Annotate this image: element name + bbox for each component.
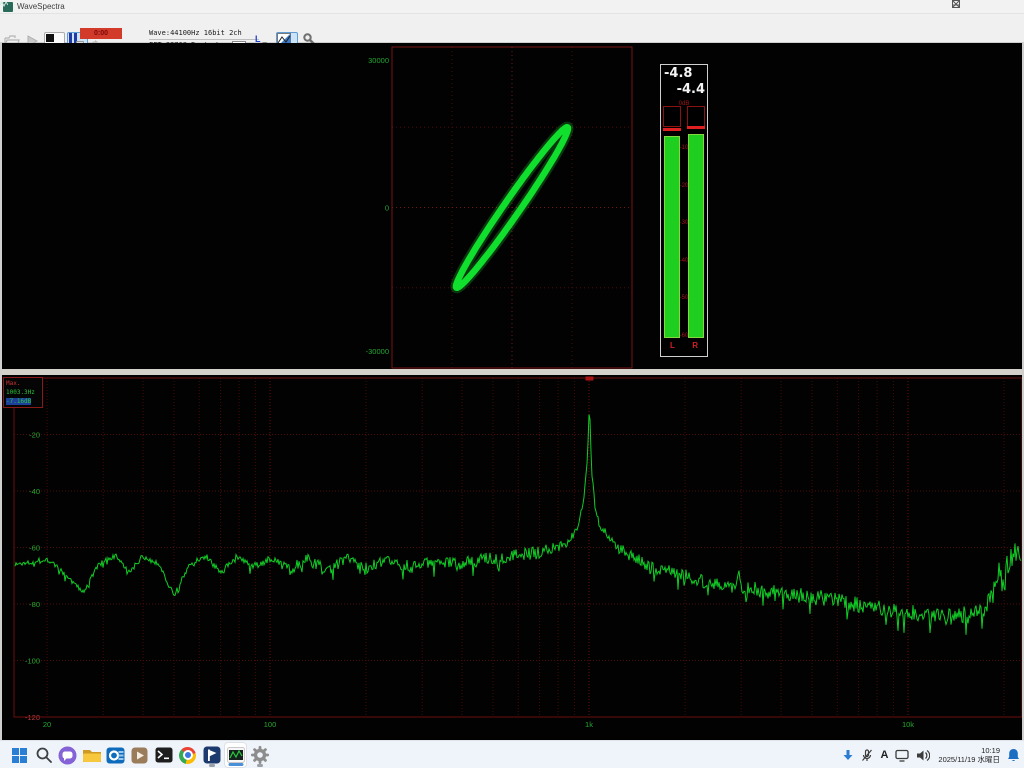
chat-icon [58,746,77,765]
svg-text:-80: -80 [29,600,40,609]
svg-text:-60: -60 [29,544,40,553]
max-frequency: 1003.3Hz [6,388,40,397]
taskbar: A 10:19 2025/11/19 水曜日 [0,740,1024,768]
start-button[interactable] [8,742,31,768]
svg-text:30000: 30000 [368,56,389,65]
level-meter: -4.8 -4.4 0dB -10 -20 -30 -40 -50 -60 L R [660,64,708,357]
chrome-button[interactable] [176,742,199,768]
svg-text:1k: 1k [585,720,593,729]
notification-bell-icon[interactable] [1007,748,1020,762]
svg-text:-40: -40 [29,487,40,496]
spectrum-plot: 0dB-20-40-60-80-100-120201001k10k [0,375,1024,740]
desktop: { "titlebar": { "title": "WaveSpectra" }… [0,0,1024,768]
meter-readout-left: -4.8 [664,66,692,81]
search-icon [35,746,53,764]
search-button[interactable] [32,742,55,768]
app-icon [3,2,13,12]
svg-text:-100: -100 [25,657,40,666]
max-level: -7.16dB [6,398,31,405]
max-label: Max. [6,379,40,388]
video-editor-icon [203,746,221,764]
mic-muted-icon[interactable] [861,749,873,762]
window-frame-left [0,43,2,740]
svg-text:-30000: -30000 [366,347,389,356]
lissajous-scope: 30000 0 -30000 [0,43,1024,369]
over-indicator-left [663,106,681,127]
position-display: 0:00 [80,28,122,39]
toolbar: 0:00 Wave:44100Hz 16bit 2ch FFT:32768 Re… [0,14,1024,43]
channel-label-left: L [670,341,675,350]
meter-scale-label: -20 [680,183,689,189]
peak-hold-right [687,126,705,129]
titlebar: WaveSpectra [0,0,1024,14]
meter-scale-label: -60 [680,333,689,339]
windows-logo-icon [12,748,27,763]
running-indicator [257,764,263,767]
speaker-icon[interactable] [916,749,930,762]
svg-text:10k: 10k [902,720,914,729]
settings-button[interactable] [248,742,271,768]
ime-mode-label: A [880,749,888,761]
meter-bar-left [664,136,680,338]
wavespectra-taskbar-button[interactable] [224,742,247,768]
display-tray-icon[interactable] [895,749,909,762]
folder-icon [82,747,102,764]
active-indicator [228,763,243,766]
window-title: WaveSpectra [17,2,65,11]
chat-app-button[interactable] [56,742,79,768]
over-indicator-right [687,106,705,127]
clock[interactable]: 10:19 2025/11/19 水曜日 [938,746,1000,764]
svg-text:-20: -20 [29,431,40,440]
meter-readout-right: -4.4 [677,82,705,97]
terminal-button[interactable] [152,742,175,768]
file-explorer-button[interactable] [80,742,103,768]
meter-scale-label: -30 [680,220,689,226]
ime-mode-indicator[interactable]: A [880,749,888,761]
meter-scale-label: -10 [680,145,689,151]
maximize-button[interactable] [976,0,1000,14]
tray-time: 10:19 [938,746,1000,755]
chrome-icon [179,747,196,764]
media-player-button[interactable] [128,742,151,768]
video-editor-button[interactable] [200,742,223,768]
peak-hold-left [663,128,681,131]
tray-date: 2025/11/19 水曜日 [938,755,1000,764]
gear-icon [250,745,270,765]
tray-arrow-icon[interactable] [842,749,854,761]
svg-text:20: 20 [43,720,51,729]
channel-label-right: R [692,341,698,350]
media-player-icon [131,747,148,764]
close-button[interactable] [1000,0,1024,14]
meter-scale-label: -40 [680,258,689,264]
svg-text:100: 100 [264,720,277,729]
max-peak-readout: Max. 1003.3Hz -7.16dB [3,377,43,408]
wavespectra-icon [227,747,245,763]
meter-scale-zero: 0dB [679,101,690,107]
meter-bar-right [688,134,704,338]
spectrum-panel: 0dB-20-40-60-80-100-120201001k10k Max. 1… [0,375,1024,740]
svg-text:0: 0 [385,204,389,213]
meter-scale-label: -50 [680,295,689,301]
lissajous-panel: 300000-30000 -4.8 -4.4 0dB -10-20-30-40-… [0,43,1024,369]
wave-format-info: Wave:44100Hz 16bit 2ch [149,28,259,40]
running-indicator [209,764,215,767]
terminal-icon [155,747,173,763]
outlook-button[interactable] [104,742,127,768]
outlook-icon [106,746,125,765]
